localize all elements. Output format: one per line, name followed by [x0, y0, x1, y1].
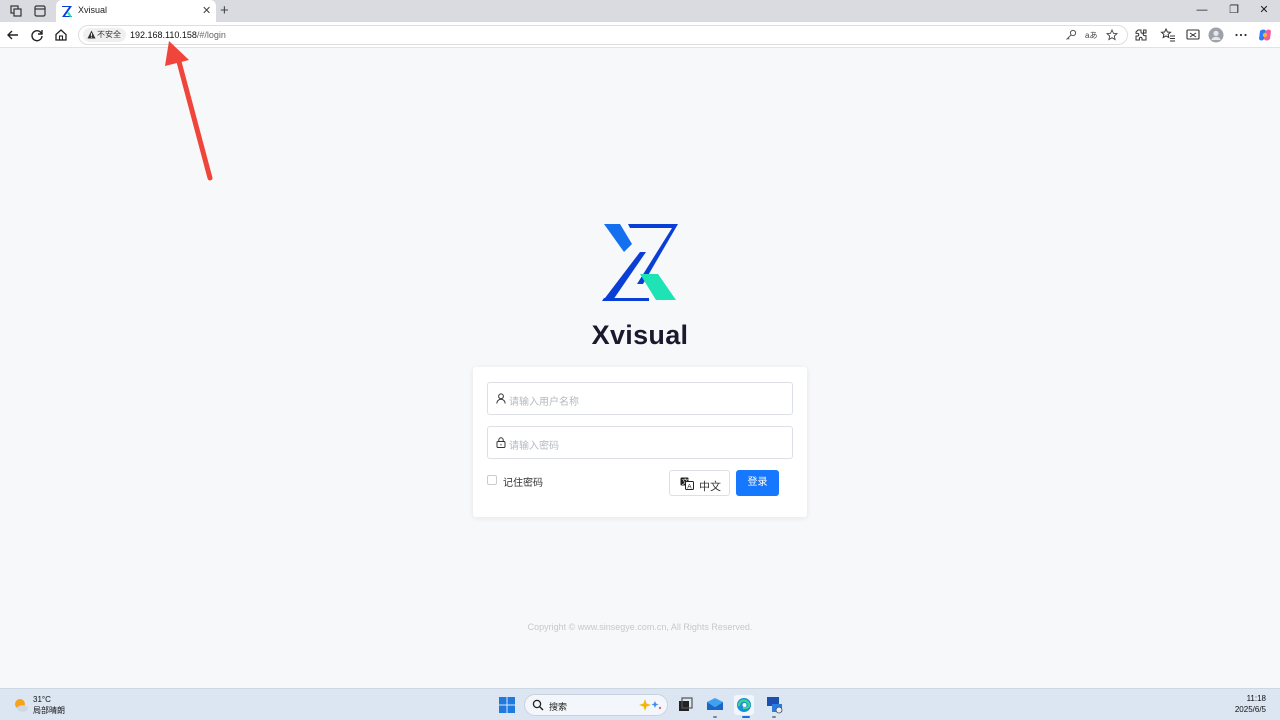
task-view-icon[interactable]	[675, 695, 695, 715]
system-clock[interactable]: 11:18 2025/6/5	[1220, 693, 1266, 715]
key-icon[interactable]	[1065, 29, 1077, 41]
tab-title: Xvisual	[78, 5, 108, 15]
xvisual-logo-icon	[602, 224, 678, 301]
lock-icon	[496, 437, 506, 448]
weather-widget[interactable]: 31°C 局部晴朗	[13, 695, 83, 717]
more-icon[interactable]	[1233, 27, 1249, 43]
mail-app-icon[interactable]	[705, 695, 725, 715]
url-path: /#/login	[196, 30, 226, 40]
translate-icon: 文 A	[680, 477, 694, 490]
windows-start-icon[interactable]	[497, 695, 517, 715]
remote-desktop-icon[interactable]	[764, 695, 784, 715]
copilot-sparkle-icon	[639, 699, 662, 711]
weather-temperature: 31°C	[33, 695, 51, 704]
tab-strip: Xvisual ✕ + — ❐ ✕	[0, 0, 1280, 22]
tab-close-button[interactable]: ✕	[202, 4, 211, 18]
tab-xvisual[interactable]: Xvisual ✕	[56, 0, 216, 22]
security-indicator[interactable]: 不安全	[83, 28, 126, 42]
running-indicator	[772, 716, 776, 718]
username-field[interactable]: 请输入用户名称	[487, 382, 793, 415]
extensions-icon[interactable]	[1133, 27, 1149, 43]
security-label: 不安全	[97, 30, 121, 39]
workspaces-icon[interactable]	[9, 4, 23, 18]
active-indicator	[742, 716, 750, 718]
home-icon[interactable]	[53, 27, 69, 43]
search-label: 搜索	[549, 702, 568, 712]
page-viewport: Xvisual 请输入用户名称 请输入密码 记住密码 文	[0, 48, 1280, 688]
screen-cast-icon[interactable]	[1185, 27, 1201, 43]
favorites-icon[interactable]	[1160, 27, 1176, 43]
language-label: 中文	[699, 481, 721, 493]
password-field[interactable]: 请输入密码	[487, 426, 793, 459]
profile-avatar[interactable]	[1208, 27, 1224, 43]
taskbar-search[interactable]: 搜索	[524, 694, 668, 716]
weather-condition: 局部晴朗	[33, 706, 65, 715]
clock-time: 11:18	[1246, 694, 1266, 703]
svg-text:aあ: aあ	[1085, 31, 1097, 40]
refresh-icon[interactable]	[29, 27, 45, 43]
password-placeholder: 请输入密码	[509, 441, 559, 452]
url-host: 192.168.110.158	[130, 30, 197, 40]
edge-browser-icon[interactable]	[734, 695, 754, 715]
browser-toolbar: 不安全 192.168.110.158/#/login aあ	[0, 22, 1280, 48]
xvisual-favicon-icon	[62, 6, 72, 17]
close-window-button[interactable]: ✕	[1257, 3, 1271, 17]
user-icon	[496, 393, 506, 404]
svg-text:A: A	[687, 483, 692, 490]
language-button[interactable]: 文 A 中文	[669, 470, 730, 496]
login-card: 请输入用户名称 请输入密码 记住密码 文 A 中文 登录	[473, 367, 807, 517]
partly-sunny-icon	[15, 699, 28, 712]
copyright-text: Copyright © www.sinsegye.com.cn, All Rig…	[527, 622, 753, 632]
brand-title: Xvisual	[591, 320, 689, 350]
remember-checkbox[interactable]	[487, 475, 497, 485]
minimize-button[interactable]: —	[1195, 3, 1209, 17]
restore-button[interactable]: ❐	[1227, 3, 1241, 17]
favorite-star-icon[interactable]	[1106, 29, 1118, 41]
address-bar[interactable]: 不安全 192.168.110.158/#/login aあ	[78, 25, 1128, 45]
remember-label: 记住密码	[503, 478, 543, 489]
url-text[interactable]: 192.168.110.158/#/login	[130, 30, 226, 40]
clock-date: 2025/6/5	[1234, 705, 1266, 714]
copilot-icon[interactable]	[1257, 27, 1273, 43]
taskbar: 31°C 局部晴朗 搜索 11:18 2025/6/5	[0, 688, 1280, 720]
warning-icon	[87, 30, 96, 39]
username-placeholder: 请输入用户名称	[509, 397, 579, 408]
back-icon[interactable]	[5, 27, 21, 43]
read-aloud-icon[interactable]: aあ	[1085, 29, 1097, 41]
login-button[interactable]: 登录	[736, 470, 779, 496]
tab-actions-icon[interactable]	[33, 4, 47, 18]
search-icon	[532, 699, 544, 711]
running-indicator	[713, 716, 717, 718]
new-tab-button[interactable]: +	[220, 2, 229, 20]
